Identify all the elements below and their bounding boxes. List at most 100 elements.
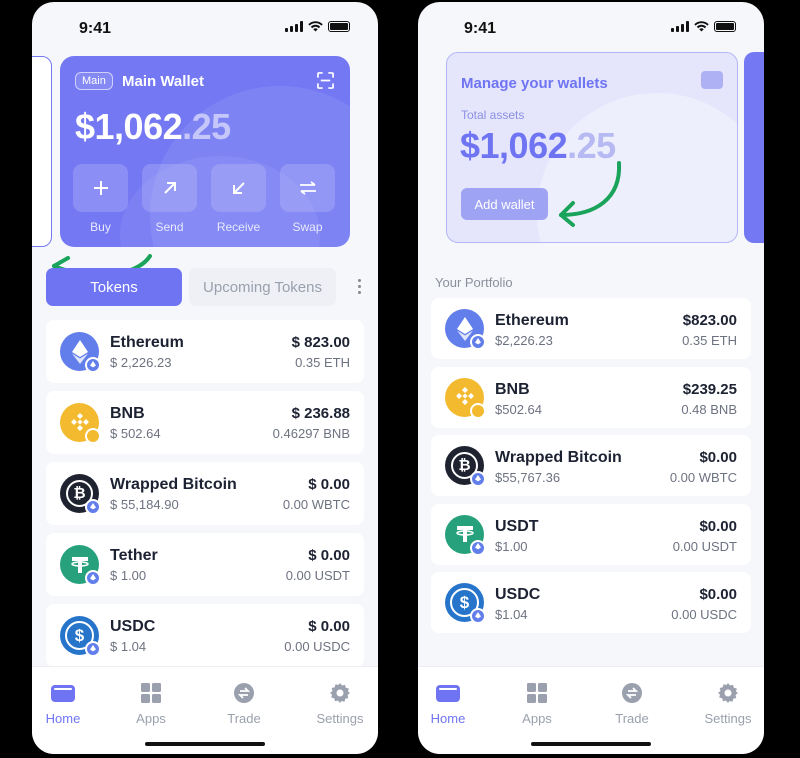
token-name: USDT [495,517,539,535]
token-amount: 0.00 USDC [671,607,737,622]
wallet-icon [436,684,460,702]
nav-home[interactable]: Home [418,681,488,726]
token-name: Ethereum [110,334,184,351]
nav-trade[interactable]: Trade [204,681,284,726]
nav-trade-label: Trade [227,711,261,726]
token-price: $55,767.36 [495,470,561,485]
manage-wallets-card[interactable]: Manage your wallets Total assets $1,062.… [446,52,738,243]
token-value: $239.25 [682,380,737,398]
wallet-icon [51,684,75,702]
token-row-wrapped-bitcoin[interactable]: ₿ Wrapped Bitcoin $55,767.36 $0.00 0.00 … [431,435,751,496]
token-amount: 0.00 USDT [285,568,350,583]
token-row-ethereum[interactable]: Ethereum $2,226.23 $823.00 0.35 ETH [431,298,751,359]
arrow-down-left-icon [232,182,245,194]
previous-wallet-card[interactable] [32,56,52,247]
token-amount: 0.00 WBTC [669,470,737,485]
swap-icon [299,181,316,195]
receive-label: Receive [216,220,261,234]
main-wallet-card[interactable]: Main Main Wallet $1,062.25 Buy Send Rece… [60,56,350,247]
nav-trade-label: Trade [615,711,649,726]
status-icons [671,21,736,32]
nav-settings[interactable]: Settings [300,681,378,726]
token-amount: 0.35 ETH [295,355,350,370]
token-price: $ 55,184.90 [110,497,179,512]
wallet-name: Main Wallet [122,73,204,90]
token-name: USDC [110,618,156,635]
ethereum-network-badge-icon [470,334,486,350]
plus-icon [93,181,108,195]
token-row-usdc[interactable]: $ USDC $1.04 $0.00 0.00 USDC [431,572,751,633]
portfolio-section-label: Your Portfolio [435,275,513,290]
ethereum-network-badge-icon [85,641,101,657]
token-price: $502.64 [495,401,542,417]
token-row-bnb[interactable]: BNB $502.64 $239.25 0.48 BNB [431,366,751,428]
more-options-icon[interactable] [358,279,362,297]
token-value: $ 0.00 [308,618,350,635]
token-amount: 0.46297 BNB [272,426,350,441]
token-price: $ 1.04 [110,639,147,654]
token-row-bnb[interactable]: BNB $ 502.64 $ 236.88 0.46297 BNB [46,391,364,454]
token-row-usdt[interactable]: USDT $1.00 $0.00 0.00 USDT [431,503,751,565]
ethereum-network-badge-icon [85,499,101,515]
token-amount: 0.48 BNB [681,401,737,417]
nav-settings[interactable]: Settings [688,681,764,726]
swap-button[interactable]: Swap [280,164,335,234]
nav-apps-label: Apps [522,711,552,726]
signal-icon [671,21,689,32]
status-time: 9:41 [79,20,112,37]
nav-apps[interactable]: Apps [497,681,577,726]
token-price: $ 2,226.23 [110,355,172,370]
battery-icon [714,21,736,32]
token-name: Wrapped Bitcoin [495,449,622,466]
next-wallet-card[interactable] [744,52,764,243]
tab-tokens[interactable]: Tokens [46,268,182,306]
manage-wallets-title: Manage your wallets [461,75,608,92]
token-value: $0.00 [699,517,737,535]
scan-icon[interactable] [317,72,334,89]
token-value: $ 0.00 [308,476,350,493]
tab-upcoming-tokens[interactable]: Upcoming Tokens [189,268,336,306]
token-list: Ethereum $ 2,226.23 $ 823.00 0.35 ETH BN… [46,320,364,675]
gear-icon [718,683,738,703]
add-wallet-button[interactable]: Add wallet [461,188,548,220]
send-button[interactable]: Send [142,164,197,234]
token-value: $823.00 [682,312,737,329]
token-price: $ 1.00 [110,568,147,583]
token-price: $1.04 [495,607,528,622]
send-label: Send [155,220,184,234]
ethereum-network-badge-icon [470,608,486,624]
battery-icon [328,21,350,32]
token-tabs: Tokens Upcoming Tokens [46,268,364,306]
token-row-tether[interactable]: Tether $ 1.00 $ 0.00 0.00 USDT [46,533,364,596]
nav-apps[interactable]: Apps [111,681,191,726]
phone-screen-tokens: 9:41 Main Main Wallet $1,062.25 Buy Send… [32,2,378,754]
wifi-icon [308,21,323,32]
token-value: $ 0.00 [308,547,350,564]
ethereum-network-badge-icon [470,471,486,487]
status-bar: 9:41 [32,2,378,48]
token-amount: 0.00 WBTC [282,497,350,512]
portfolio-list: Ethereum $2,226.23 $823.00 0.35 ETH BNB … [431,298,751,641]
wallet-balance: $1,062.25 [75,106,231,147]
token-row-usdc[interactable]: $ USDC $ 1.04 $ 0.00 0.00 USDC [46,604,364,667]
bottom-nav: Home Apps Trade Settings [418,666,764,754]
token-amount: 0.00 USDC [284,639,350,654]
token-value: $0.00 [699,586,737,603]
token-price: $2,226.23 [495,333,553,348]
token-row-wrapped-bitcoin[interactable]: ₿ Wrapped Bitcoin $ 55,184.90 $ 0.00 0.0… [46,462,364,525]
nav-settings-label: Settings [704,711,752,726]
nav-home[interactable]: Home [32,681,103,726]
token-name: Ethereum [495,312,569,329]
bottom-nav: Home Apps Trade Settings [32,666,378,754]
token-row-ethereum[interactable]: Ethereum $ 2,226.23 $ 823.00 0.35 ETH [46,320,364,383]
buy-button[interactable]: Buy [73,164,128,234]
receive-button[interactable]: Receive [211,164,266,234]
ethereum-network-badge-icon [85,357,101,373]
token-name: BNB [495,380,530,398]
status-icons [285,21,350,32]
status-time: 9:41 [464,20,497,37]
token-value: $ 236.88 [291,405,350,422]
nav-trade[interactable]: Trade [592,681,672,726]
token-amount: 0.00 USDT [672,538,737,554]
bnb-network-badge-icon [85,428,101,444]
